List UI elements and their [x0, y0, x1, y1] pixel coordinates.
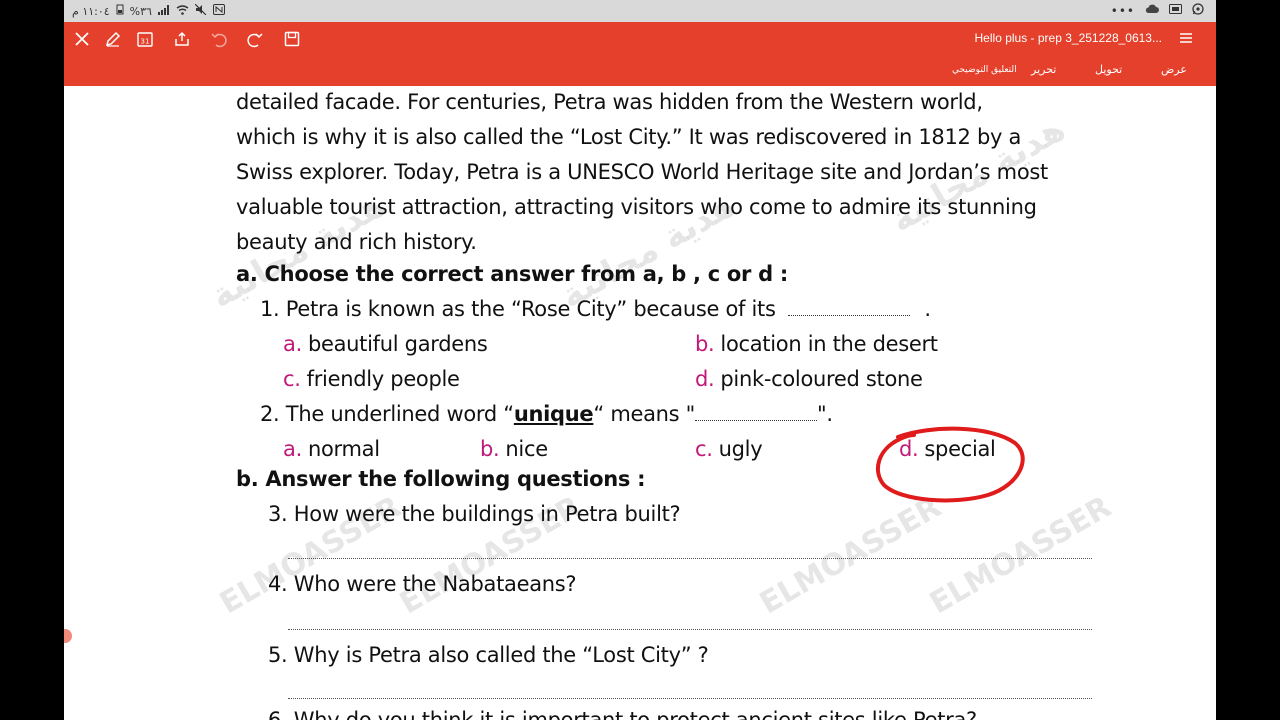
battery-text: %٣٦ [129, 4, 152, 18]
paragraph-line: Swiss explorer. Today, Petra is a UNESCO… [236, 160, 1048, 184]
save-icon[interactable] [281, 28, 303, 50]
question-1: 1. Petra is known as the “Rose City” bec… [260, 297, 931, 321]
q1-option-a[interactable]: a. beautiful gardens [283, 332, 488, 356]
option-letter: b. [480, 437, 500, 461]
hamburger-menu-icon[interactable] [1178, 30, 1194, 46]
question-2-post: “ means " [593, 402, 696, 426]
nfc-icon [212, 4, 225, 18]
answer-line[interactable] [288, 557, 1092, 559]
answer-line[interactable] [288, 697, 1092, 699]
q2-option-c[interactable]: c. ugly [695, 437, 763, 461]
option-letter: b. [695, 332, 715, 356]
option-text: beautiful gardens [307, 332, 488, 356]
question-2-end: ". [817, 402, 833, 426]
undo-icon[interactable] [208, 28, 230, 50]
battery-icon [116, 4, 124, 18]
wifi-icon [176, 4, 189, 18]
underlined-word: unique [513, 402, 594, 426]
option-text: special [924, 437, 996, 461]
watermark-brand: ELMOASSER [924, 489, 1118, 622]
section-a-heading: a. Choose the correct answer from a, b ,… [236, 262, 788, 286]
paragraph-line: which is why it is also called the “Lost… [236, 125, 1022, 149]
calendar-icon[interactable]: 31 [134, 28, 156, 50]
pdf-viewer-window: ١١:٠٤ م %٣٦ ••• 31 Hello plus - prep 3_2… [64, 0, 1216, 720]
calendar-day-text: 31 [141, 38, 150, 46]
mute-icon [194, 3, 207, 18]
paragraph-line: detailed facade. For centuries, Petra wa… [236, 90, 983, 114]
status-left: ١١:٠٤ م %٣٦ [72, 3, 225, 18]
status-right: ••• [1111, 3, 1204, 18]
more-dots-icon[interactable]: ••• [1111, 4, 1135, 18]
watermark-brand: ELMOASSER [754, 489, 948, 622]
section-b-heading: b. Answer the following questions : [236, 467, 646, 491]
pen-cursor-dot [64, 629, 72, 643]
question-1-end: . [924, 297, 931, 321]
question-4: 4. Who were the Nabataeans? [268, 572, 577, 596]
option-letter: c. [283, 367, 301, 391]
tab-annotate[interactable]: التعليق التوضيحي [952, 65, 1017, 75]
q2-option-a[interactable]: a. normal [283, 437, 380, 461]
option-text: pink-coloured stone [720, 367, 923, 391]
whatsapp-icon [1192, 3, 1204, 18]
pen-edit-icon[interactable] [102, 28, 124, 50]
answer-blank [788, 314, 911, 316]
paragraph-line: valuable tourist attraction, attracting … [236, 195, 1037, 219]
option-letter: a. [283, 332, 302, 356]
question-5: 5. Why is Petra also called the “Lost Ci… [268, 643, 709, 667]
option-text: friendly people [306, 367, 460, 391]
cloud-icon [1145, 4, 1159, 17]
screen-cast-icon [1169, 3, 1182, 18]
paragraph-line: beauty and rich history. [236, 230, 477, 254]
q1-option-d[interactable]: d. pink-coloured stone [695, 367, 923, 391]
option-text: normal [307, 437, 380, 461]
option-text: nice [505, 437, 548, 461]
tab-edit[interactable]: تحرير [1031, 63, 1056, 76]
q1-option-c[interactable]: c. friendly people [283, 367, 460, 391]
tab-convert[interactable]: تحويل [1095, 63, 1122, 76]
share-icon[interactable] [171, 28, 193, 50]
q2-option-b[interactable]: b. nice [480, 437, 548, 461]
document-title: Hello plus - prep 3_251228_0613... [974, 31, 1162, 45]
question-2: 2. The underlined word “unique“ means " "… [260, 402, 833, 426]
document-page[interactable]: هدية مجانية هدية مجانية هدية مجانية ELMO… [64, 86, 1216, 720]
answer-blank [695, 419, 818, 421]
q2-option-d[interactable]: d. special [899, 437, 996, 461]
app-toolbar: 31 Hello plus - prep 3_251228_0613... عر… [64, 22, 1216, 86]
q1-option-b[interactable]: b. location in the desert [695, 332, 938, 356]
question-6-partial: 6. Why do you think it is important to p… [268, 708, 977, 720]
tab-view[interactable]: عرض [1161, 63, 1187, 76]
status-bar: ١١:٠٤ م %٣٦ ••• [64, 0, 1216, 22]
option-text: location in the desert [720, 332, 938, 356]
signal-icon [157, 4, 170, 18]
answer-line[interactable] [288, 628, 1092, 630]
question-3: 3. How were the buildings in Petra built… [268, 502, 681, 526]
option-letter: d. [899, 437, 919, 461]
question-2-pre: 2. The underlined word “ [260, 402, 514, 426]
clock-text: ١١:٠٤ م [72, 4, 110, 18]
option-text: ugly [718, 437, 763, 461]
option-letter: c. [695, 437, 713, 461]
redo-icon[interactable] [244, 28, 266, 50]
question-1-text: 1. Petra is known as the “Rose City” bec… [260, 297, 776, 321]
option-letter: a. [283, 437, 302, 461]
close-icon[interactable] [71, 28, 93, 50]
option-letter: d. [695, 367, 715, 391]
